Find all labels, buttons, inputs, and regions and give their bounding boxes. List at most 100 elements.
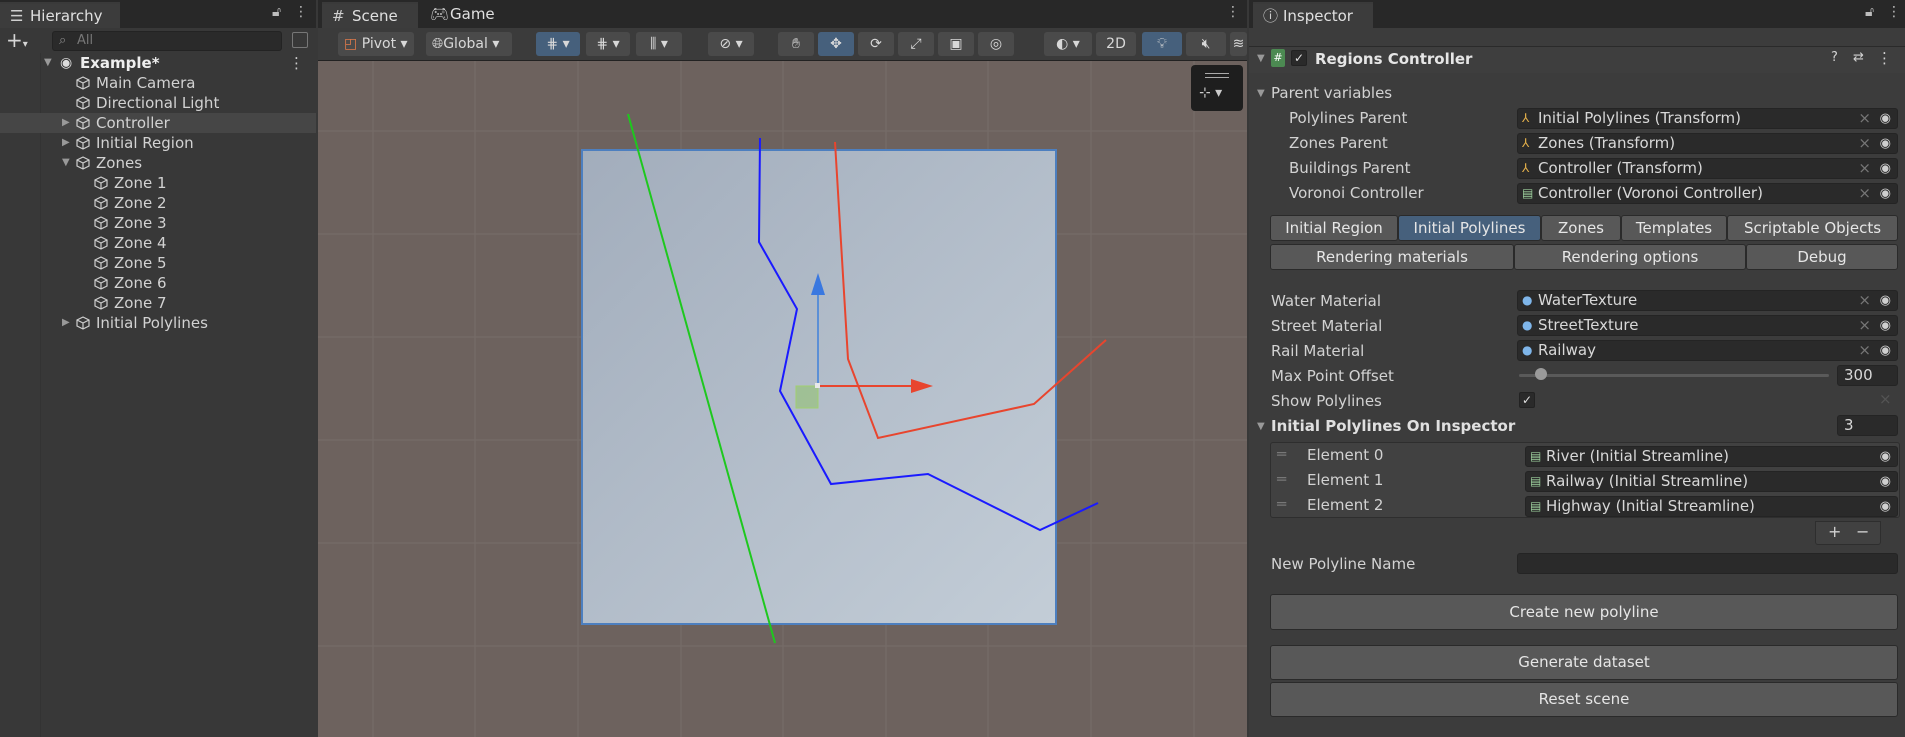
tab-game[interactable]: 🎮︎Game	[420, 2, 510, 28]
clear-icon[interactable]: ×	[1858, 316, 1871, 335]
tree-item-zones[interactable]: ▼ Zones	[0, 153, 316, 173]
object-picker-icon[interactable]: ◉	[1880, 447, 1891, 466]
object-picker-icon[interactable]: ◉	[1880, 316, 1891, 335]
grid-visibility-button[interactable]: ⫼ ▾	[636, 32, 682, 56]
component-enabled-checkbox[interactable]: ✓	[1291, 50, 1307, 66]
max-offset-slider-track[interactable]	[1519, 374, 1829, 377]
tree-item-controller[interactable]: ▶ Controller	[0, 113, 316, 133]
clear-icon[interactable]: ×	[1858, 184, 1871, 203]
drag-handle-icon[interactable]: ═	[1277, 445, 1286, 463]
component-menu-icon[interactable]: ⋮	[1877, 49, 1892, 67]
tab-scriptable-objects[interactable]: Scriptable Objects	[1727, 215, 1898, 241]
tab-templates[interactable]: Templates	[1621, 215, 1727, 241]
clear-icon[interactable]: ×	[1858, 291, 1871, 310]
tab-zones[interactable]: Zones	[1541, 215, 1621, 241]
help-icon[interactable]: ?	[1831, 50, 1838, 65]
scene-menu-icon[interactable]: ⋮	[289, 53, 304, 73]
view-options-overlay[interactable]: ⊹ ▾	[1191, 65, 1243, 111]
tab-scene[interactable]: # Scene	[322, 2, 418, 28]
clear-icon[interactable]: ×	[1858, 341, 1871, 360]
gizmo-center[interactable]	[815, 383, 820, 388]
polylines-parent-field[interactable]: ⅄ Initial Polylines (Transform) × ◉	[1517, 108, 1898, 129]
lock-icon[interactable]: 🔓︎	[272, 4, 281, 20]
search-input[interactable]: ⌕ All	[52, 31, 282, 51]
generate-dataset-button[interactable]: Generate dataset	[1270, 645, 1898, 680]
tree-item-directional-light[interactable]: Directional Light	[0, 93, 316, 113]
new-polyline-name-input[interactable]	[1517, 553, 1898, 574]
list-size-input[interactable]: 3	[1837, 415, 1898, 436]
tree-item-zone-1[interactable]: Zone 1	[0, 173, 316, 193]
expand-arrow-icon[interactable]: ▼	[44, 53, 56, 73]
draw-mode-button[interactable]: ⊘ ▾	[708, 32, 754, 56]
show-polylines-checkbox[interactable]: ✓	[1519, 392, 1535, 408]
expand-arrow-icon[interactable]: ▶	[62, 133, 74, 153]
zones-parent-field[interactable]: ⅄ Zones (Transform) × ◉	[1517, 133, 1898, 154]
rotate-tool-button[interactable]: ⟳	[858, 32, 894, 56]
scene-canvas[interactable]	[318, 61, 1247, 737]
scene-viewport[interactable]: ⊹ ▾	[318, 61, 1247, 737]
lighting-toggle[interactable]: 💡︎	[1142, 32, 1182, 56]
tree-item-main-camera[interactable]: Main Camera	[0, 73, 316, 93]
shading-mode-button[interactable]: ◐ ▾	[1044, 32, 1092, 56]
lock-icon[interactable]: 🔓︎	[1865, 4, 1874, 20]
remove-element-button[interactable]: −	[1856, 522, 1869, 541]
create-polyline-button[interactable]: Create new polyline	[1270, 594, 1898, 630]
tab-rendering-options[interactable]: Rendering options	[1514, 244, 1746, 270]
tree-item-zone-5[interactable]: Zone 5	[0, 253, 316, 273]
effects-toggle[interactable]: ≋	[1230, 32, 1247, 56]
max-offset-slider-thumb[interactable]	[1535, 368, 1548, 380]
object-picker-icon[interactable]: ◉	[1880, 341, 1891, 360]
reset-scene-button[interactable]: Reset scene	[1270, 682, 1898, 717]
rail-material-field[interactable]: ● Railway × ◉	[1517, 340, 1898, 361]
element-0-field[interactable]: ▤ River (Initial Streamline) ◉	[1525, 446, 1898, 467]
rect-tool-button[interactable]: ▣	[938, 32, 974, 56]
tree-item-initial-polylines[interactable]: ▶ Initial Polylines	[0, 313, 316, 333]
collapse-arrow-icon[interactable]: ▼	[62, 153, 74, 173]
expand-arrow-icon[interactable]: ▶	[62, 313, 74, 333]
street-material-field[interactable]: ● StreetTexture × ◉	[1517, 315, 1898, 336]
voronoi-controller-field[interactable]: ▤ Controller (Voronoi Controller) × ◉	[1517, 183, 1898, 204]
tree-item-zone-4[interactable]: Zone 4	[0, 233, 316, 253]
grid-snap-button[interactable]: ⋕ ▾	[536, 32, 580, 56]
tree-item-zone-3[interactable]: Zone 3	[0, 213, 316, 233]
max-offset-input[interactable]: 300	[1837, 365, 1898, 386]
element-1-field[interactable]: ▤ Railway (Initial Streamline) ◉	[1525, 471, 1898, 492]
tab-initial-polylines[interactable]: Initial Polylines	[1398, 215, 1541, 241]
hierarchy-tab[interactable]: ☰ Hierarchy	[0, 2, 120, 28]
object-picker-icon[interactable]: ◉	[1880, 497, 1891, 516]
tab-initial-region[interactable]: Initial Region	[1270, 215, 1398, 241]
tree-item-zone-6[interactable]: Zone 6	[0, 273, 316, 293]
add-element-button[interactable]: +	[1828, 522, 1841, 541]
presets-icon[interactable]: ⇄	[1853, 50, 1864, 65]
drag-handle-icon[interactable]: ═	[1277, 495, 1286, 513]
foldout-arrow-icon[interactable]: ▼	[1257, 421, 1265, 432]
menu-dots-icon[interactable]: ⋮	[1887, 4, 1901, 20]
increment-snap-button[interactable]: ⋕ ▾	[586, 32, 630, 56]
water-material-field[interactable]: ● WaterTexture × ◉	[1517, 290, 1898, 311]
object-picker-icon[interactable]: ◉	[1880, 291, 1891, 310]
buildings-parent-field[interactable]: ⅄ Controller (Transform) × ◉	[1517, 158, 1898, 179]
inspector-tab[interactable]: ⓘ Inspector	[1253, 2, 1373, 28]
tree-item-zone-7[interactable]: Zone 7	[0, 293, 316, 313]
global-dropdown[interactable]: 🌐︎Global ▾	[426, 32, 512, 56]
element-2-field[interactable]: ▤ Highway (Initial Streamline) ◉	[1525, 496, 1898, 517]
object-picker-icon[interactable]: ◉	[1880, 109, 1891, 128]
transform-tool-button[interactable]: ◎	[978, 32, 1014, 56]
add-object-button[interactable]: +▾	[6, 30, 28, 55]
clear-icon[interactable]: ×	[1858, 109, 1871, 128]
expand-arrow-icon[interactable]: ▶	[62, 113, 74, 133]
drag-handle-icon[interactable]: ═	[1277, 470, 1286, 488]
tree-item-zone-2[interactable]: Zone 2	[0, 193, 316, 213]
scale-tool-button[interactable]: ⤢	[898, 32, 934, 56]
tab-debug[interactable]: Debug	[1746, 244, 1898, 270]
clear-icon[interactable]: ×	[1858, 134, 1871, 153]
pivot-dropdown[interactable]: ◰ Pivot ▾	[338, 32, 414, 56]
object-picker-icon[interactable]: ◉	[1880, 159, 1891, 178]
object-picker-icon[interactable]: ◉	[1880, 134, 1891, 153]
scene-root-row[interactable]: ▼ ◉ Example* ⋮	[0, 53, 316, 73]
object-picker-icon[interactable]: ◉	[1880, 472, 1891, 491]
tab-rendering-materials[interactable]: Rendering materials	[1270, 244, 1514, 270]
toggle-2d-button[interactable]: 2D	[1096, 32, 1136, 56]
move-tool-button[interactable]: ✥	[818, 32, 854, 56]
tree-item-initial-region[interactable]: ▶ Initial Region	[0, 133, 316, 153]
